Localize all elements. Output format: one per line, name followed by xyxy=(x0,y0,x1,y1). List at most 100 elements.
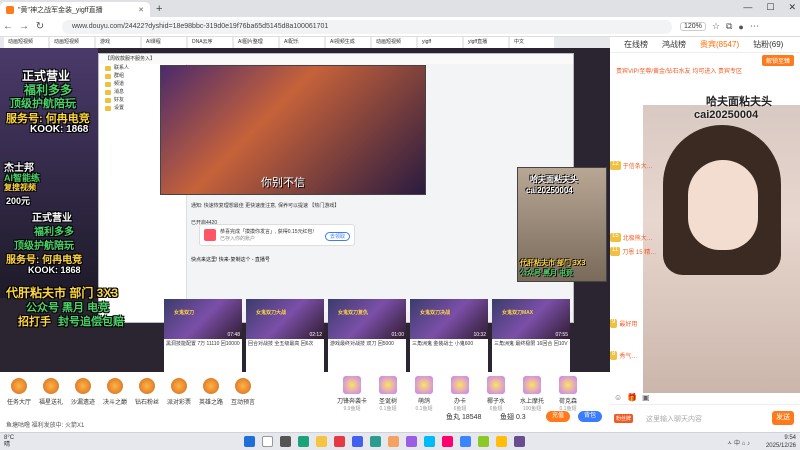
lb-label: 沙漏遗迹 xyxy=(70,400,95,406)
extensions-icon[interactable]: ⧉ xyxy=(726,21,732,32)
gift-box-icon[interactable]: 🎁 xyxy=(627,393,637,402)
gift-price: 0.1鱼翅 xyxy=(415,406,433,412)
lb-label: 决斗之巅 xyxy=(102,400,127,406)
send-button[interactable]: 发送 xyxy=(772,411,794,425)
banner-line: 福利多多 xyxy=(34,227,74,238)
prediction-button[interactable]: 互动预言 xyxy=(228,378,258,406)
taskview-icon[interactable] xyxy=(280,436,291,447)
level-badge: 15 xyxy=(610,233,621,242)
app-icon[interactable] xyxy=(370,436,381,447)
claim-button[interactable]: 去领取 xyxy=(324,232,350,241)
duel-button[interactable]: 决斗之巅 xyxy=(100,378,130,406)
weather-widget[interactable]: 8°C 晴 xyxy=(4,435,14,449)
gift-icon xyxy=(343,376,361,394)
unlock-button[interactable]: 解锁至臻 xyxy=(761,55,794,66)
live-room-bar: 任务大厅 福星送礼 沙漏遗迹 决斗之巅 钻石粉丝 派对彩票 英雄之路 互动预言 … xyxy=(0,372,610,432)
gift-icon xyxy=(451,376,469,394)
hourglass-button[interactable]: 沙漏遗迹 xyxy=(68,378,98,406)
hero-road-button[interactable]: 英雄之路 xyxy=(196,378,226,406)
app-icon[interactable] xyxy=(460,436,471,447)
gift-item[interactable]: 水上摩托 100鱼翅 xyxy=(516,376,548,412)
chat-user[interactable]: 北极熊大… xyxy=(623,233,653,242)
tab-vip[interactable]: 贵宾(8547) xyxy=(700,39,739,50)
explorer-icon[interactable] xyxy=(316,436,327,447)
tab-diamond-fans[interactable]: 钻粉(69) xyxy=(753,39,783,50)
im-titlebar: 【周收款服不服务入】 xyxy=(99,54,573,64)
close-tab-icon[interactable]: ✕ xyxy=(138,6,144,14)
image-icon[interactable]: ▣ xyxy=(642,393,650,402)
gift-item[interactable]: 刀锋奔袭卡 9.9鱼翅 xyxy=(336,376,368,412)
banner-line: 顶级护航陪玩 xyxy=(14,241,74,252)
thumb-tag: 女鬼双刀 xyxy=(174,310,195,316)
video-thumbnail[interactable]: 女鬼双刀大战 02:12 回合对战技 全五级最高 回6次 xyxy=(246,299,324,372)
maximize-icon[interactable]: ☐ xyxy=(766,2,774,13)
fan-badge[interactable]: 粉丝牌 xyxy=(614,414,634,423)
app-icon[interactable] xyxy=(388,436,399,447)
app-icon[interactable] xyxy=(334,436,345,447)
star-icon[interactable]: ☆ xyxy=(712,21,720,32)
chat-user[interactable]: 刀恩 15 精… xyxy=(622,247,656,256)
gift-item[interactable]: 萌鸽 0.1鱼翅 xyxy=(408,376,440,412)
tab-battle-rank[interactable]: 鸿战榜 xyxy=(662,39,686,50)
start-icon[interactable] xyxy=(244,436,255,447)
gift-item[interactable]: 荷克森 0.1鱼翅 xyxy=(552,376,584,412)
app-icon[interactable] xyxy=(352,436,363,447)
clock[interactable]: 9:54 2025/12/26 xyxy=(766,434,796,450)
thumb-duration: 01:00 xyxy=(391,332,404,338)
gift-item[interactable]: 椰子水 6鱼翅 xyxy=(480,376,512,412)
rank-tabs: 在线榜 鸿战榜 贵宾(8547) 钻粉(69) xyxy=(610,37,800,53)
backpack-button[interactable]: 背包 xyxy=(578,411,603,422)
zoom-level[interactable]: 120% xyxy=(680,22,706,31)
chat-input[interactable]: 这里输入聊天内容 xyxy=(646,414,702,424)
lb-label: 英雄之路 xyxy=(198,400,223,406)
app-icon[interactable] xyxy=(514,436,525,447)
thumb-caption: 回合对战技 全五级最高 回6次 xyxy=(248,341,314,347)
video-thumbnail[interactable]: 女鬼双刀MAX 07:55 三角洲鬼 最终极限 16回合 回10V xyxy=(492,299,570,372)
stream-video[interactable]: 动画短视频 动画短视频 游戏 AI课程 DNA云序 AI图片整理 AI配乐 AI… xyxy=(0,37,610,372)
banner-line: 服务号: 何冉电竞 xyxy=(6,255,83,266)
task-hall-button[interactable]: 任务大厅 xyxy=(4,378,34,406)
video-thumbnail[interactable]: 女鬼双刀复仇 01:00 游戏最终对战技 双刀 回5000 xyxy=(328,299,406,372)
chat-user[interactable]: 最好用 xyxy=(619,319,637,328)
gift-item[interactable]: 圣诞树 0.1鱼翅 xyxy=(372,376,404,412)
recharge-button[interactable]: 充值 xyxy=(546,411,571,422)
tab-online-rank[interactable]: 在线榜 xyxy=(624,39,648,50)
app-icon[interactable] xyxy=(424,436,435,447)
fin-count: 鱼翅 0.3 xyxy=(500,414,526,421)
diamond-fan-button[interactable]: 钻石粉丝 xyxy=(132,378,162,406)
gift-icon xyxy=(415,376,433,394)
edge-icon[interactable] xyxy=(298,436,309,447)
fortune-gift-button[interactable]: 福星送礼 xyxy=(36,378,66,406)
close-window-icon[interactable]: ✕ xyxy=(788,2,796,13)
app-icon[interactable] xyxy=(406,436,417,447)
gift-icon xyxy=(379,376,397,394)
chat-user[interactable]: 秀气… xyxy=(619,351,637,360)
video-thumbnail[interactable]: 女鬼双刀 07:48 黑洞技能配置 7万 11110 回10000 xyxy=(164,299,242,372)
forward-icon[interactable]: → xyxy=(16,21,32,32)
game-video[interactable]: 你别不信 xyxy=(160,65,426,195)
minimize-icon[interactable]: — xyxy=(743,2,752,13)
app-icon[interactable] xyxy=(496,436,507,447)
party-lottery-button[interactable]: 派对彩票 xyxy=(164,378,194,406)
tab-title: "黄"神之战军金装_yigff直播 xyxy=(18,6,103,14)
gift-item[interactable]: 办卡 6鱼翅 xyxy=(444,376,476,412)
browser-tab-active[interactable]: "黄"神之战军金装_yigff直播 ✕ xyxy=(0,2,150,17)
banner-line: 复搜视频 xyxy=(4,183,36,192)
video-caption: 你别不信 xyxy=(261,177,305,189)
chat-user[interactable]: 于信条大… xyxy=(623,161,653,170)
menu-icon[interactable]: ⋯ xyxy=(750,21,759,32)
temperature: 8°C xyxy=(4,435,15,441)
overlay-text: 哈夫面粘夫头 xyxy=(706,96,772,108)
hero-icon xyxy=(203,378,219,394)
url-field[interactable]: www.douyu.com/24422?dyshid=18e98bbc-319d… xyxy=(62,19,672,34)
reload-icon[interactable]: ↻ xyxy=(32,21,48,32)
video-thumbnail[interactable]: 女鬼双刀决战 10:32 三角洲鬼 金装战士 小鬼600 xyxy=(410,299,488,372)
profile-icon[interactable]: ● xyxy=(738,22,743,32)
back-icon[interactable]: ← xyxy=(0,21,16,32)
new-tab-button[interactable]: + xyxy=(156,3,162,15)
search-icon[interactable] xyxy=(262,436,273,447)
app-icon[interactable] xyxy=(478,436,489,447)
emoji-icon[interactable]: ☺ xyxy=(614,393,622,402)
system-tray[interactable]: ㅅ 中 ⌂ ♪ xyxy=(727,438,750,447)
app-icon[interactable] xyxy=(442,436,453,447)
